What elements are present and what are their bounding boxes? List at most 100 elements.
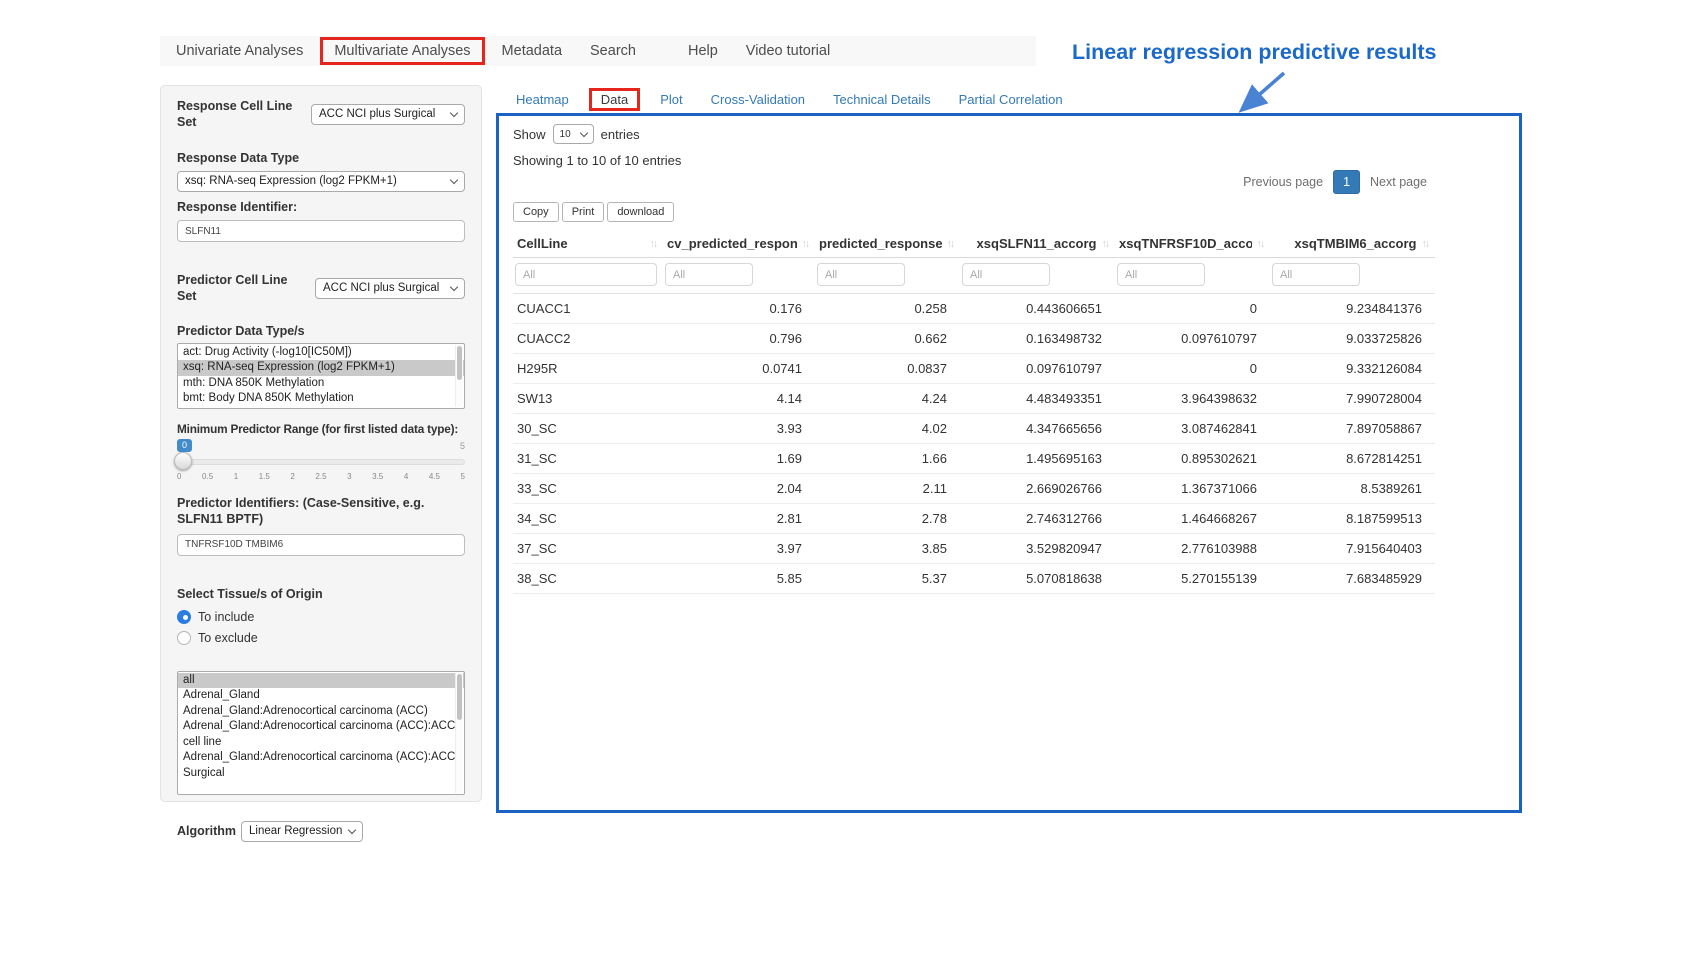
value-cell: 0 [1115, 354, 1270, 384]
sidebar: Response Cell Line Set ACC NCI plus Surg… [160, 85, 482, 802]
cellline-cell: CUACC2 [513, 324, 663, 354]
radio-to-include[interactable]: To include [177, 610, 465, 624]
predictor-data-type-listbox[interactable]: act: Drug Activity (-log10[IC50M])xsq: R… [177, 343, 465, 409]
tab-plot[interactable]: Plot [650, 88, 692, 111]
radio-to-exclude[interactable]: To exclude [177, 631, 465, 645]
response-identifier-input[interactable] [177, 220, 465, 242]
tissue-listbox[interactable]: allAdrenal_GlandAdrenal_Gland:Adrenocort… [177, 671, 465, 795]
tissue-option-adrenal-gland-adrenocortical-carcinoma-acc-acc-surgical[interactable]: Adrenal_Gland:Adrenocortical carcinoma (… [178, 750, 464, 781]
table-row[interactable]: 37_SC3.973.853.5298209472.7761039887.915… [513, 534, 1435, 564]
filter-input-xsqtmbim6-accorg[interactable] [1272, 263, 1360, 286]
sort-icon[interactable]: ↑↓ [650, 238, 660, 250]
predictor-option-act-drug-activity-log10-ic50m[interactable]: act: Drug Activity (-log10[IC50M]) [178, 345, 464, 361]
tab-technical-details[interactable]: Technical Details [823, 88, 941, 111]
scrollbar-track[interactable] [455, 345, 463, 407]
column-header-cellline[interactable]: CellLine↑↓ [513, 230, 663, 258]
table-row[interactable]: H295R0.07410.08370.09761079709.332126084 [513, 354, 1435, 384]
scrollbar-thumb[interactable] [457, 346, 462, 380]
value-cell: 0.0741 [663, 354, 815, 384]
table-row[interactable]: SW134.144.244.4834933513.9643986327.9907… [513, 384, 1435, 414]
predictor-identifiers-input[interactable] [177, 534, 465, 556]
scrollbar-track[interactable] [455, 673, 463, 793]
nav-item-metadata[interactable]: Metadata [488, 38, 576, 64]
algorithm-label: Algorithm [177, 823, 236, 839]
slider-tick-3: 3 [347, 472, 351, 481]
value-cell: 3.529820947 [960, 534, 1115, 564]
value-cell: 1.367371066 [1115, 474, 1270, 504]
predictor-cell-line-set-select[interactable]: ACC NCI plus Surgical [315, 278, 465, 299]
column-header-predicted-response[interactable]: predicted_response↑↓ [815, 230, 960, 258]
nav-item-video-tutorial[interactable]: Video tutorial [732, 38, 844, 64]
value-cell: 3.087462841 [1115, 414, 1270, 444]
nav-item-search[interactable]: Search [576, 38, 650, 64]
column-header-cv-predicted-response[interactable]: cv_predicted_response↑↓ [663, 230, 815, 258]
slider-tick-5: 5 [461, 472, 465, 481]
table-row[interactable]: 33_SC2.042.112.6690267661.3673710668.538… [513, 474, 1435, 504]
tab-heatmap[interactable]: Heatmap [506, 88, 579, 111]
tab-cross-validation[interactable]: Cross-Validation [701, 88, 815, 111]
radio-exclude-icon[interactable] [177, 631, 191, 645]
min-predictor-range-slider[interactable]: 0 5 00.511.522.533.544.55 [177, 439, 465, 487]
page-length-select[interactable]: 10 [553, 124, 594, 144]
filter-input-xsqtnfrsf10d-accorg[interactable] [1117, 263, 1205, 286]
table-row[interactable]: 31_SC1.691.661.4956951630.8953026218.672… [513, 444, 1435, 474]
sort-icon[interactable]: ↑↓ [1102, 238, 1112, 250]
sort-icon[interactable]: ↑↓ [1257, 238, 1267, 250]
value-cell: 3.964398632 [1115, 384, 1270, 414]
cellline-cell: H295R [513, 354, 663, 384]
response-data-type-select[interactable]: xsq: RNA-seq Expression (log2 FPKM+1) [177, 171, 465, 192]
tab-partial-correlation[interactable]: Partial Correlation [949, 88, 1073, 111]
value-cell: 4.02 [815, 414, 960, 444]
tissue-option-adrenal-gland-adrenocortical-carcinoma-acc[interactable]: Adrenal_Gland:Adrenocortical carcinoma (… [178, 704, 464, 720]
predictor-cell-line-set-label: Predictor Cell Line Set [177, 272, 310, 305]
algorithm-select[interactable]: Linear Regression [241, 821, 363, 842]
predictor-identifiers-label: Predictor Identifiers: (Case-Sensitive, … [177, 495, 465, 528]
response-data-type-label: Response Data Type [177, 150, 465, 166]
current-page-button[interactable]: 1 [1333, 170, 1360, 194]
tissue-option-adrenal-gland[interactable]: Adrenal_Gland [178, 688, 464, 704]
response-cell-line-set-select[interactable]: ACC NCI plus Surgical [311, 104, 465, 125]
radio-include-icon[interactable] [177, 610, 191, 624]
tab-data[interactable]: Data [589, 88, 640, 111]
column-header-xsqslfn11-accorg[interactable]: xsqSLFN11_accorg↑↓ [960, 230, 1115, 258]
value-cell: 9.332126084 [1270, 354, 1435, 384]
predictor-option-xsq-rna-seq-expression-log2-fpkm-1[interactable]: xsq: RNA-seq Expression (log2 FPKM+1) [178, 360, 464, 376]
min-predictor-range-label: Minimum Predictor Range (for first liste… [177, 422, 465, 437]
predictor-option-bmt-body-dna-850k-methylation[interactable]: bmt: Body DNA 850K Methylation [178, 391, 464, 407]
tissue-option-adrenal-gland-adrenocortical-carcinoma-acc-acc-cell-line[interactable]: Adrenal_Gland:Adrenocortical carcinoma (… [178, 719, 464, 750]
nav-item-multivariate-analyses[interactable]: Multivariate Analyses [320, 37, 484, 65]
predictor-option-mth-dna-850k-methylation[interactable]: mth: DNA 850K Methylation [178, 376, 464, 392]
copy-button[interactable]: Copy [513, 202, 559, 222]
nav-item-help[interactable]: Help [674, 38, 732, 64]
previous-page-button[interactable]: Previous page [1235, 170, 1331, 194]
sort-icon[interactable]: ↑↓ [802, 238, 812, 250]
next-page-button[interactable]: Next page [1362, 170, 1435, 194]
scrollbar-thumb[interactable] [457, 674, 462, 720]
sort-icon[interactable]: ↑↓ [947, 238, 957, 250]
table-row[interactable]: 34_SC2.812.782.7463127661.4646682678.187… [513, 504, 1435, 534]
tissue-option-all[interactable]: all [178, 673, 464, 689]
tissue-options: allAdrenal_GlandAdrenal_Gland:Adrenocort… [178, 673, 464, 782]
annotation-title: Linear regression predictive results [1072, 40, 1436, 65]
download-button[interactable]: download [607, 202, 674, 222]
results-table: CellLine↑↓cv_predicted_response↑↓predict… [513, 230, 1435, 594]
column-header-xsqtmbim6-accorg[interactable]: xsqTMBIM6_accorg↑↓ [1270, 230, 1435, 258]
value-cell: 4.483493351 [960, 384, 1115, 414]
sort-icon[interactable]: ↑↓ [1422, 238, 1432, 250]
slider-handle[interactable] [174, 452, 192, 470]
table-row[interactable]: 38_SC5.855.375.0708186385.2701551397.683… [513, 564, 1435, 594]
print-button[interactable]: Print [562, 202, 605, 222]
cellline-cell: 34_SC [513, 504, 663, 534]
filter-input-cellline[interactable] [515, 263, 657, 286]
table-row[interactable]: CUACC10.1760.2580.44360665109.234841376 [513, 294, 1435, 324]
filter-input-cv-predicted-response[interactable] [665, 263, 753, 286]
nav-item-univariate-analyses[interactable]: Univariate Analyses [162, 38, 317, 64]
chevron-down-icon [348, 826, 356, 834]
table-row[interactable]: 30_SC3.934.024.3476656563.0874628417.897… [513, 414, 1435, 444]
table-row[interactable]: CUACC20.7960.6620.1634987320.0976107979.… [513, 324, 1435, 354]
column-header-xsqtnfrsf10d-accorg[interactable]: xsqTNFRSF10D_accorg↑↓ [1115, 230, 1270, 258]
filter-input-xsqslfn11-accorg[interactable] [962, 263, 1050, 286]
value-cell: 2.04 [663, 474, 815, 504]
slider-track[interactable] [177, 459, 465, 465]
filter-input-predicted-response[interactable] [817, 263, 905, 286]
